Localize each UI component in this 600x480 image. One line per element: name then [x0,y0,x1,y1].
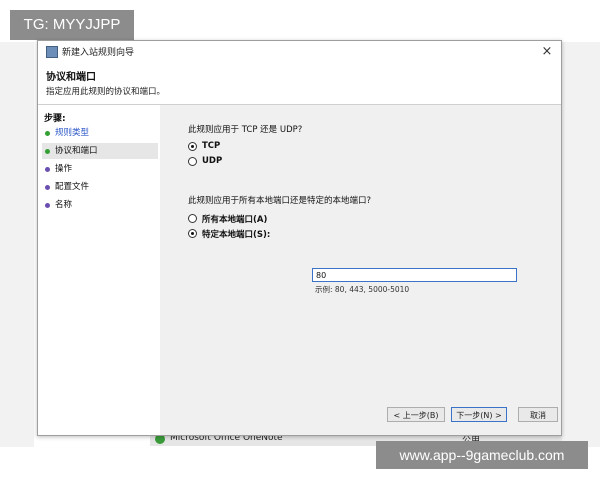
step-pending-icon [45,167,50,172]
window-title: 新建入站规则向导 [62,48,135,58]
firewall-icon [46,46,58,58]
tcp-radio[interactable] [188,142,197,151]
ports-question: 此规则应用于所有本地端口还是特定的本地端口? [188,196,372,206]
sidebar-item-profile: 配置文件 [42,179,158,195]
step-done-icon [45,131,50,136]
sidebar-item-label: 配置文件 [55,182,90,192]
step-pending-icon [45,185,50,190]
wizard-window: 新建入站规则向导 × 协议和端口 指定应用此规则的协议和端口。 步骤: 规则类型… [37,40,562,436]
sidebar-item-label: 规则类型 [55,128,90,138]
port-example-hint: 示例: 80, 443, 5000-5010 [315,285,410,294]
close-button[interactable]: × [537,43,557,61]
watermark-bottom: www.app--9gameclub.com [376,441,588,469]
protocol-question: 此规则应用于 TCP 还是 UDP? [188,125,303,135]
steps-sidebar: 步骤: 规则类型 协议和端口 操作 配置文件 名称 [38,105,160,435]
specific-ports-radio[interactable] [188,229,197,238]
sidebar-item-action: 操作 [42,161,158,177]
port-input[interactable]: 80 [312,268,517,282]
udp-label: UDP [202,156,223,166]
watermark-top: TG: MYYJJPP [10,10,134,40]
page-subtitle: 指定应用此规则的协议和端口。 [46,87,166,97]
background-right-area [562,42,600,447]
sidebar-item-name: 名称 [42,197,158,213]
sidebar-item-rule-type[interactable]: 规则类型 [42,125,158,141]
sidebar-item-protocol-ports[interactable]: 协议和端口 [42,143,158,159]
wizard-content: 此规则应用于 TCP 还是 UDP? TCP UDP 此规则应用于所有本地端口还… [160,105,561,435]
udp-radio[interactable] [188,157,197,166]
specific-ports-label: 特定本地端口(S): [202,230,271,240]
sidebar-item-label: 协议和端口 [55,146,98,156]
wizard-header: 协议和端口 指定应用此规则的协议和端口。 [38,63,561,105]
all-ports-label: 所有本地端口(A) [202,215,268,225]
back-button[interactable]: < 上一步(B) [387,407,445,422]
step-pending-icon [45,203,50,208]
title-bar: 新建入站规则向导 × [38,41,561,63]
next-button[interactable]: 下一步(N) > [451,407,507,422]
sidebar-item-label: 操作 [55,164,73,174]
background-left-area [0,42,34,447]
all-ports-radio[interactable] [188,214,197,223]
page-title: 协议和端口 [46,72,96,83]
step-current-icon [45,149,50,154]
tcp-label: TCP [202,141,221,151]
sidebar-item-label: 名称 [55,200,73,210]
cancel-button[interactable]: 取消 [518,407,558,422]
steps-title: 步骤: [44,114,66,124]
